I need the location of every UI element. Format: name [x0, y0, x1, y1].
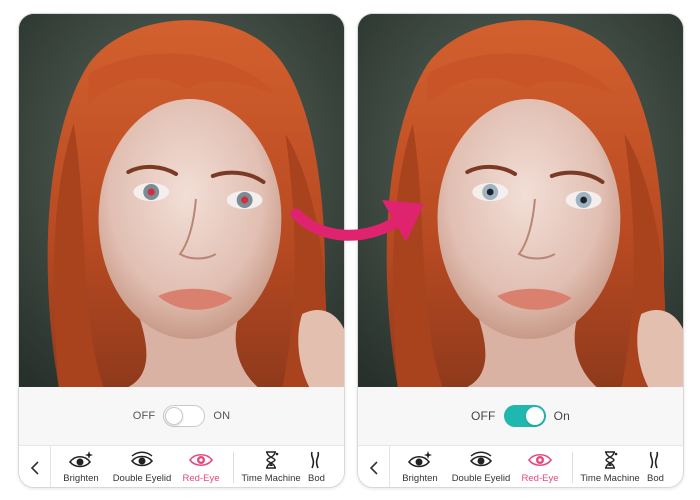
tool-red-eye[interactable]: Red-Eye: [512, 446, 568, 487]
before-phone-screen: OFF ON Brighten Double Eyelid Red-Eye Ti…: [18, 13, 345, 488]
portrait-photo-after: [358, 14, 683, 387]
chevron-left-icon: [30, 460, 39, 475]
portrait-image: [19, 14, 344, 387]
tool-label: Double Eyelid: [112, 473, 172, 484]
body-icon: [310, 451, 320, 469]
tool-label: Red-Eye: [521, 473, 559, 484]
tool-brighten[interactable]: Brighten: [390, 446, 450, 487]
tool-label: Bod: [647, 473, 664, 484]
back-button[interactable]: [358, 446, 390, 487]
back-button[interactable]: [19, 446, 51, 487]
tool-brighten[interactable]: Brighten: [51, 446, 111, 487]
tool-label: Red-Eye: [182, 473, 220, 484]
tool-label: Time Machine: [580, 473, 640, 484]
eye-sparkle-icon: [407, 451, 432, 468]
tool-bar: Brighten Double Eyelid Red-Eye Time Mach…: [19, 445, 344, 487]
red-eye-icon: [528, 453, 552, 467]
toggle-knob: [165, 407, 184, 425]
eye-icon: [469, 451, 493, 467]
tool-red-eye[interactable]: Red-Eye: [173, 446, 229, 487]
portrait-image: [358, 14, 683, 387]
tool-bar: Brighten Double Eyelid Red-Eye Time Mach…: [358, 445, 683, 487]
tool-body[interactable]: Bod: [304, 446, 338, 487]
tool-label: Bod: [308, 473, 325, 484]
red-eye-toggle-switch[interactable]: [503, 405, 546, 427]
portrait-photo-before: [19, 14, 344, 387]
tool-double-eyelid[interactable]: Double Eyelid: [111, 446, 173, 487]
red-eye-toggle-panel: OFF On: [358, 387, 683, 445]
eye-icon: [130, 451, 154, 467]
tool-divider: [233, 452, 234, 483]
tool-label: Double Eyelid: [451, 473, 511, 484]
tool-time-machine[interactable]: Time Machine: [577, 446, 643, 487]
eye-sparkle-icon: [68, 451, 93, 468]
tool-label: Brighten: [402, 473, 438, 484]
body-icon: [649, 451, 659, 469]
toggle-off-label: OFF: [132, 410, 156, 422]
red-eye-toggle-switch[interactable]: [163, 405, 206, 427]
toggle-on-label: On: [553, 409, 571, 423]
toggle-on-label: ON: [213, 410, 231, 422]
tool-label: Time Machine: [241, 473, 301, 484]
tool-divider: [572, 452, 573, 483]
toggle-off-label: OFF: [470, 409, 496, 423]
chevron-left-icon: [369, 460, 378, 475]
tool-label: Brighten: [63, 473, 99, 484]
tool-list: Brighten Double Eyelid Red-Eye Time Mach…: [51, 446, 344, 487]
hourglass-icon: [266, 451, 279, 469]
tool-list: Brighten Double Eyelid Red-Eye Time Mach…: [390, 446, 683, 487]
red-eye-icon: [189, 453, 213, 467]
toggle-knob: [525, 407, 544, 425]
red-eye-toggle-panel: OFF ON: [19, 387, 344, 445]
tool-double-eyelid[interactable]: Double Eyelid: [450, 446, 512, 487]
after-phone-screen: OFF On Brighten Double Eyelid Red-Eye Ti…: [357, 13, 684, 488]
tool-body[interactable]: Bod: [643, 446, 677, 487]
tool-time-machine[interactable]: Time Machine: [238, 446, 304, 487]
hourglass-icon: [605, 451, 618, 469]
